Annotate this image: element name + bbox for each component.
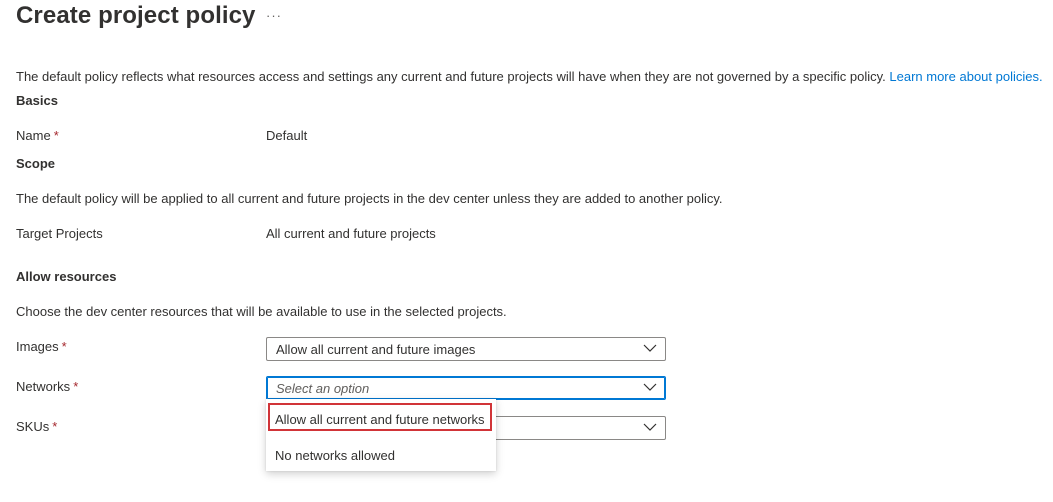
scope-heading: Scope xyxy=(16,156,56,171)
more-options-button[interactable]: ··· xyxy=(266,8,282,23)
required-marker: * xyxy=(52,419,58,434)
skus-label-text: SKUs xyxy=(16,419,50,434)
required-marker: * xyxy=(73,379,79,394)
intro-description: The default policy reflects what resourc… xyxy=(16,69,1043,84)
chevron-down-icon xyxy=(643,423,657,431)
name-value: Default xyxy=(266,128,308,143)
images-selected-value: Allow all current and future images xyxy=(276,342,476,357)
networks-label: Networks * xyxy=(16,379,78,394)
networks-dropdown-menu: Allow all current and future networks No… xyxy=(266,399,496,471)
learn-more-link[interactable]: Learn more about policies. xyxy=(889,69,1042,84)
networks-dropdown[interactable]: Select an option xyxy=(266,376,666,400)
images-label-text: Images xyxy=(16,339,59,354)
name-label-text: Name xyxy=(16,128,51,143)
images-label: Images * xyxy=(16,339,67,354)
required-marker: * xyxy=(53,128,59,143)
networks-placeholder: Select an option xyxy=(276,381,370,396)
allow-resources-heading: Allow resources xyxy=(16,269,117,284)
target-projects-value: All current and future projects xyxy=(266,226,436,241)
target-projects-label: Target Projects xyxy=(16,226,103,241)
basics-heading: Basics xyxy=(16,93,58,108)
scope-description: The default policy will be applied to al… xyxy=(16,191,723,206)
option-label: No networks allowed xyxy=(275,448,395,463)
allow-resources-description: Choose the dev center resources that wil… xyxy=(16,304,507,319)
images-dropdown[interactable]: Allow all current and future images xyxy=(266,337,666,361)
name-label: Name * xyxy=(16,128,59,143)
chevron-down-icon xyxy=(643,383,657,391)
networks-label-text: Networks xyxy=(16,379,71,394)
intro-text: The default policy reflects what resourc… xyxy=(16,69,890,84)
option-label: Allow all current and future networks xyxy=(275,412,485,427)
chevron-down-icon xyxy=(643,344,657,352)
required-marker: * xyxy=(61,339,67,354)
skus-label: SKUs * xyxy=(16,419,57,434)
networks-option-allow-all[interactable]: Allow all current and future networks xyxy=(266,401,496,435)
create-project-policy-page: Create project policy ··· The default po… xyxy=(0,0,1053,502)
networks-option-none[interactable]: No networks allowed xyxy=(266,437,496,471)
page-title: Create project policy xyxy=(16,2,256,29)
